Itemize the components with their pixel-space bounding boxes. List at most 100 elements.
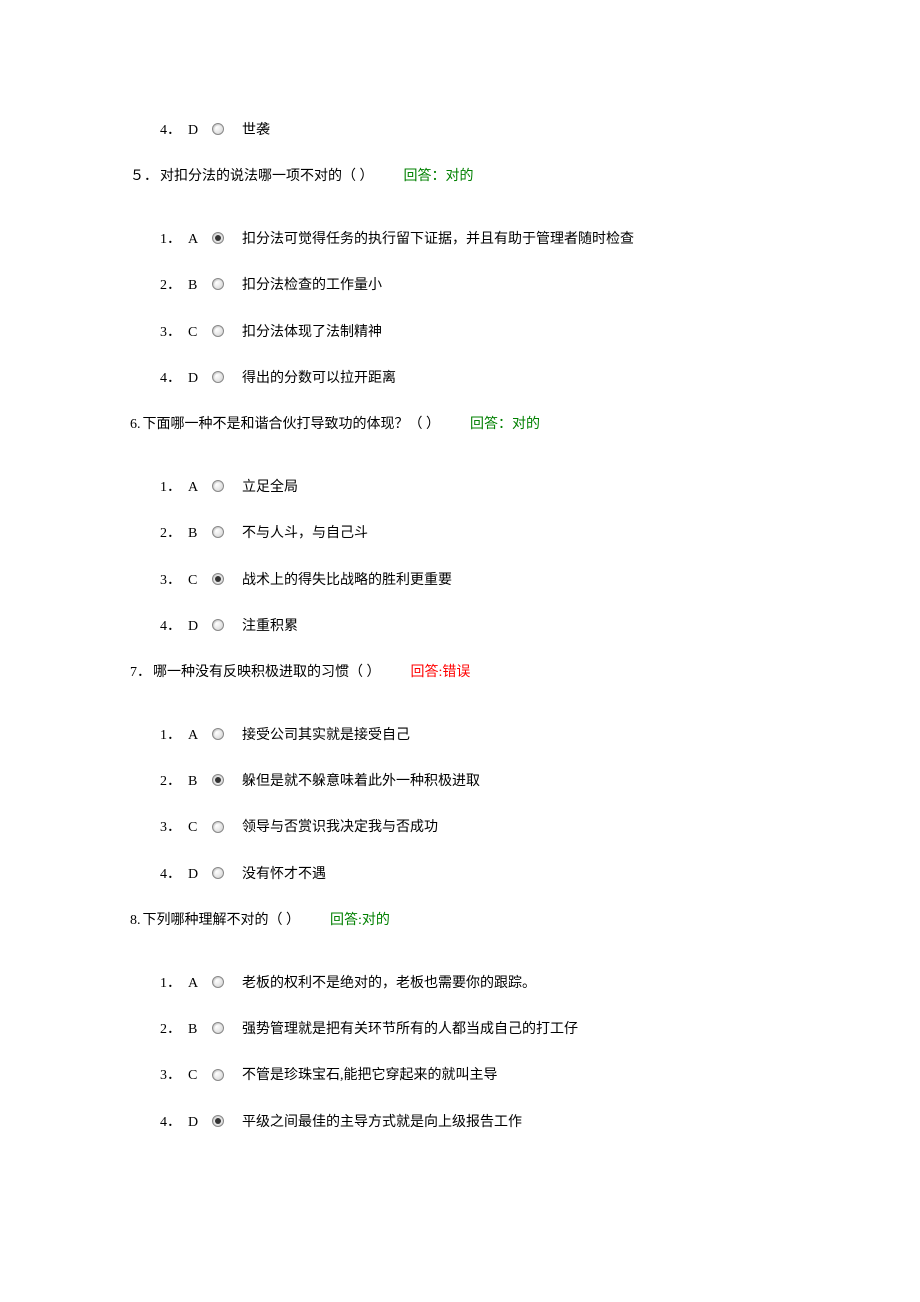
options-list: 1． A 老板的权利不是绝对的，老板也需要你的跟踪。 2． B 强势管理就是把有…: [160, 973, 790, 1135]
option-row: 1． A 扣分法可觉得任务的执行留下证据，并且有助于管理者随时检查: [160, 229, 790, 251]
option-letter: A: [188, 725, 212, 747]
question-text: 下面哪一种不是和谐合伙打导致功的体现？（ ）: [143, 414, 441, 436]
feedback-label: 回答：对的: [404, 166, 474, 188]
option-text: 扣分法体现了法制精神: [242, 322, 790, 344]
option-letter: A: [188, 973, 212, 995]
option-row: 2． B 扣分法检查的工作量小: [160, 275, 790, 297]
option-index: 1．: [160, 725, 188, 747]
option-row: 2． B 躲但是就不躲意味着此外一种积极进取: [160, 771, 790, 793]
question-block: 8. 下列哪种理解不对的（ ） 回答:对的 1． A 老板的权利不是绝对的，老板…: [130, 910, 790, 1134]
option-letter: B: [188, 523, 212, 545]
option-text: 不与人斗，与自己斗: [242, 523, 790, 545]
option-row: 2． B 不与人斗，与自己斗: [160, 523, 790, 545]
radio-wrap: [212, 278, 242, 290]
radio-wrap: [212, 371, 242, 383]
option-letter: B: [188, 1019, 212, 1041]
option-text: 强势管理就是把有关环节所有的人都当成自己的打工仔: [242, 1019, 790, 1041]
radio-button[interactable]: [212, 480, 224, 492]
options-list: 1． A 立足全局 2． B 不与人斗，与自己斗 3． C 战术上的得失比战略的…: [160, 477, 790, 639]
radio-button[interactable]: [212, 232, 224, 244]
question-stem: ５． 对扣分法的说法哪一项不对的（ ） 回答：对的: [130, 166, 790, 188]
radio-button[interactable]: [212, 278, 224, 290]
radio-button[interactable]: [212, 1115, 224, 1127]
option-index: 2．: [160, 523, 188, 545]
question-number: ５．: [130, 166, 158, 188]
option-letter: D: [188, 616, 212, 638]
option-row: 3． C 扣分法体现了法制精神: [160, 322, 790, 344]
question-block: ５． 对扣分法的说法哪一项不对的（ ） 回答：对的 1． A 扣分法可觉得任务的…: [130, 166, 790, 390]
radio-button[interactable]: [212, 728, 224, 740]
option-letter: D: [188, 1112, 212, 1134]
radio-button[interactable]: [212, 371, 224, 383]
option-index: 3．: [160, 1065, 188, 1087]
question-block: 6. 下面哪一种不是和谐合伙打导致功的体现？（ ） 回答：对的 1． A 立足全…: [130, 414, 790, 638]
radio-wrap: [212, 728, 242, 740]
option-index: 2．: [160, 771, 188, 793]
option-index: 4．: [160, 864, 188, 886]
radio-button[interactable]: [212, 1069, 224, 1081]
option-text: 老板的权利不是绝对的，老板也需要你的跟踪。: [242, 973, 790, 995]
option-index: 4．: [160, 1112, 188, 1134]
option-text: 领导与否赏识我决定我与否成功: [242, 817, 790, 839]
option-text: 注重积累: [242, 616, 790, 638]
radio-wrap: [212, 325, 242, 337]
radio-button[interactable]: [212, 976, 224, 988]
radio-wrap: [212, 1022, 242, 1034]
option-index: 2．: [160, 1019, 188, 1041]
option-text: 扣分法可觉得任务的执行留下证据，并且有助于管理者随时检查: [242, 229, 790, 251]
radio-button[interactable]: [212, 123, 224, 135]
feedback-label: 回答：对的: [470, 414, 540, 436]
option-text: 接受公司其实就是接受自己: [242, 725, 790, 747]
radio-button[interactable]: [212, 325, 224, 337]
radio-button[interactable]: [212, 867, 224, 879]
question-number: 6.: [130, 414, 141, 436]
feedback-label: 回答:错误: [411, 662, 471, 684]
option-row: 3． C 领导与否赏识我决定我与否成功: [160, 817, 790, 839]
feedback-label: 回答:对的: [330, 910, 390, 932]
radio-wrap: [212, 573, 242, 585]
option-text: 不管是珍珠宝石,能把它穿起来的就叫主导: [242, 1065, 790, 1087]
radio-button[interactable]: [212, 821, 224, 833]
radio-button[interactable]: [212, 573, 224, 585]
option-text: 战术上的得失比战略的胜利更重要: [242, 570, 790, 592]
option-letter: C: [188, 817, 212, 839]
options-list: 1． A 接受公司其实就是接受自己 2． B 躲但是就不躲意味着此外一种积极进取…: [160, 725, 790, 887]
option-letter: C: [188, 322, 212, 344]
option-letter: A: [188, 229, 212, 251]
option-row: 1． A 接受公司其实就是接受自己: [160, 725, 790, 747]
radio-wrap: [212, 821, 242, 833]
option-row: 4． D 注重积累: [160, 616, 790, 638]
option-letter: B: [188, 771, 212, 793]
option-index: 3．: [160, 570, 188, 592]
option-row: 2． B 强势管理就是把有关环节所有的人都当成自己的打工仔: [160, 1019, 790, 1041]
option-text: 得出的分数可以拉开距离: [242, 368, 790, 390]
option-index: 4．: [160, 120, 188, 142]
radio-wrap: [212, 480, 242, 492]
option-row: 4． D 得出的分数可以拉开距离: [160, 368, 790, 390]
option-index: 3．: [160, 817, 188, 839]
option-index: 1．: [160, 477, 188, 499]
radio-button[interactable]: [212, 619, 224, 631]
option-letter: C: [188, 1065, 212, 1087]
question-block: 7． 哪一种没有反映积极进取的习惯（ ） 回答:错误 1． A 接受公司其实就是…: [130, 662, 790, 886]
question-text: 哪一种没有反映积极进取的习惯（ ）: [153, 662, 381, 684]
question-stem: 8. 下列哪种理解不对的（ ） 回答:对的: [130, 910, 790, 932]
question-number: 8.: [130, 910, 141, 932]
option-text: 世袭: [242, 120, 790, 142]
question-stem: 6. 下面哪一种不是和谐合伙打导致功的体现？（ ） 回答：对的: [130, 414, 790, 436]
option-letter: B: [188, 275, 212, 297]
radio-wrap: [212, 976, 242, 988]
option-letter: A: [188, 477, 212, 499]
option-index: 1．: [160, 973, 188, 995]
option-row: 4． D 平级之间最佳的主导方式就是向上级报告工作: [160, 1112, 790, 1134]
option-text: 没有怀才不遇: [242, 864, 790, 886]
option-letter: D: [188, 864, 212, 886]
option-text: 扣分法检查的工作量小: [242, 275, 790, 297]
radio-wrap: [212, 1115, 242, 1127]
option-row: 1． A 老板的权利不是绝对的，老板也需要你的跟踪。: [160, 973, 790, 995]
question-number: 7．: [130, 662, 151, 684]
radio-button[interactable]: [212, 1022, 224, 1034]
radio-button[interactable]: [212, 526, 224, 538]
option-row: 4． D 没有怀才不遇: [160, 864, 790, 886]
radio-button[interactable]: [212, 774, 224, 786]
